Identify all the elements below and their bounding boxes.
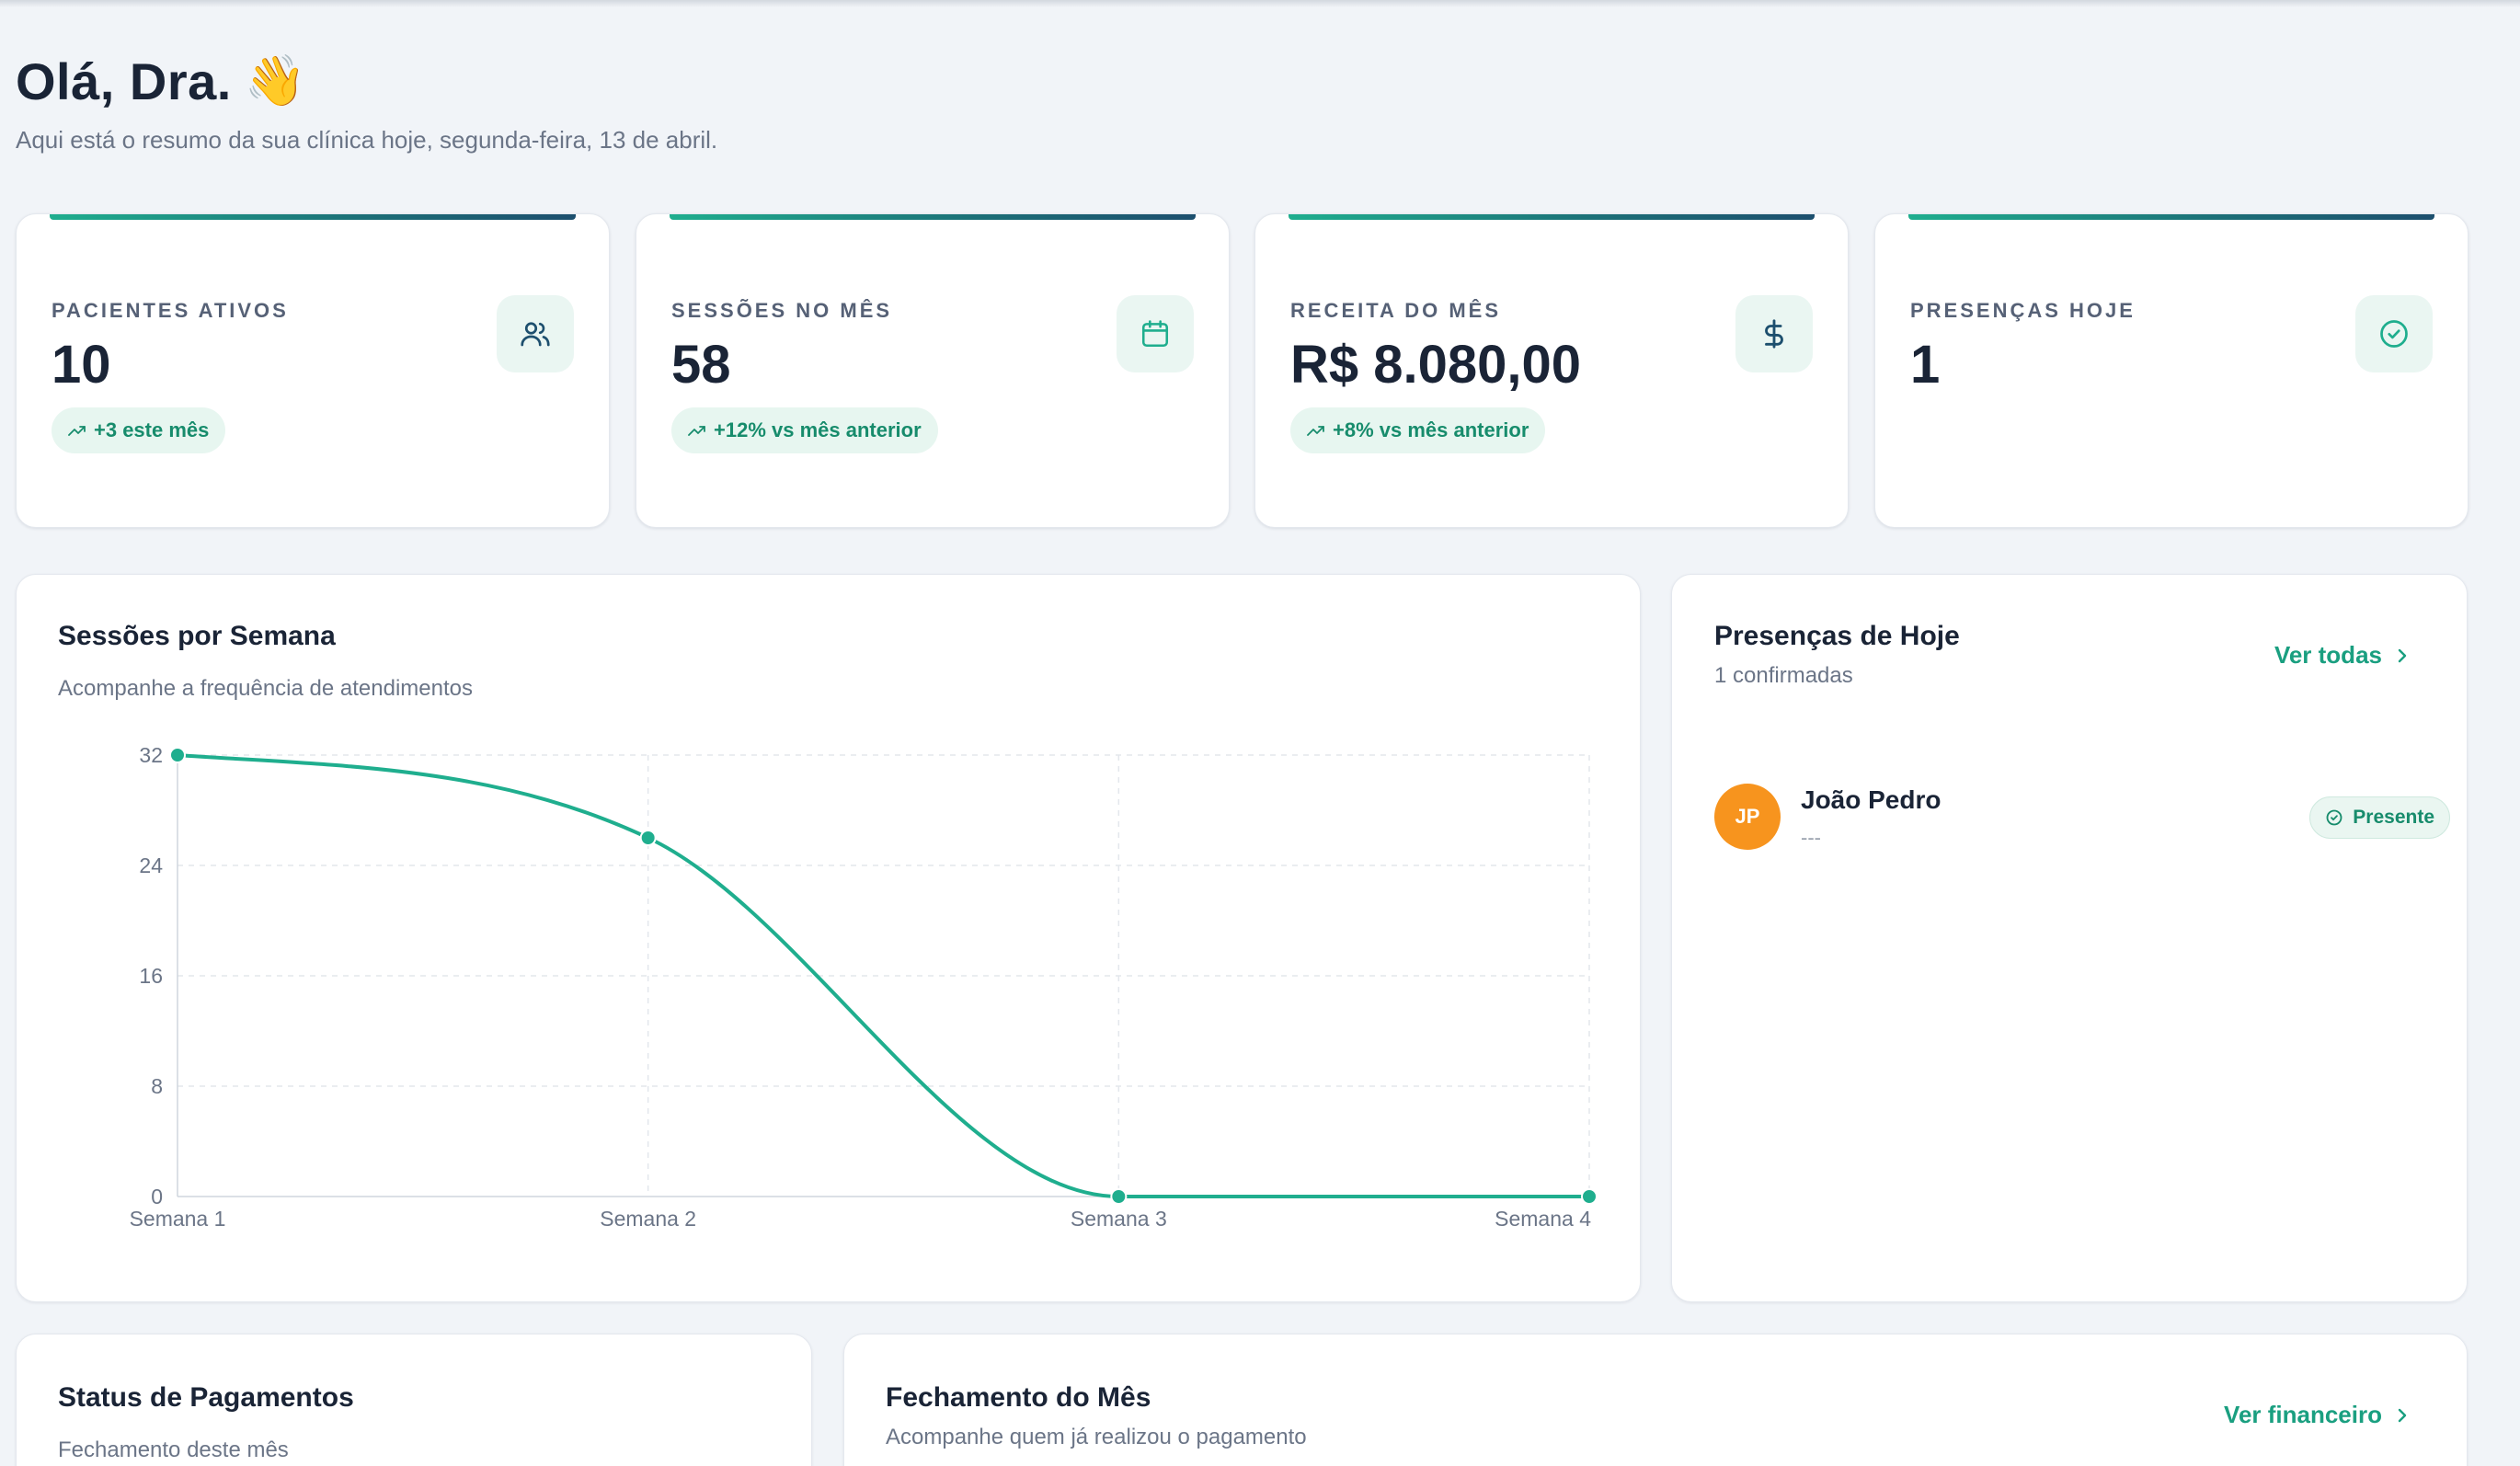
trending-up-icon <box>1307 426 1324 436</box>
patient-detail: --- <box>1801 826 1821 849</box>
stat-trend-text: +3 este mês <box>94 418 210 441</box>
calendar-icon <box>1117 295 1194 372</box>
stat-label: SESSÕES NO MÊS <box>671 299 893 322</box>
dollar-icon <box>1735 295 1813 372</box>
payment-status-panel: Status de Pagamentos Fechamento deste mê… <box>16 1334 812 1466</box>
data-point <box>1581 1188 1598 1205</box>
sessions-line-chart: 0 8 16 24 32 Semana 1 Semana 2 Semana 3 Semana 4 <box>130 743 1598 1231</box>
see-financial-label: Ver financeiro <box>2224 1401 2382 1428</box>
page-title: Olá, Dra. 👋 <box>16 52 717 111</box>
y-tick-label: 0 <box>151 1185 163 1208</box>
sessions-chart-panel: Sessões por Semana Acompanhe a frequênci… <box>16 574 1641 1302</box>
payments-title: Status de Pagamentos <box>58 1382 354 1413</box>
greeting-header: Olá, Dra. 👋 Aqui está o resumo da sua cl… <box>16 52 717 155</box>
trending-up-icon <box>68 426 86 436</box>
see-all-link[interactable]: Ver todas <box>2274 641 2408 670</box>
stat-label: PACIENTES ATIVOS <box>52 299 289 322</box>
stat-card-month-revenue: RECEITA DO MÊS R$ 8.080,00 +8% vs mês an… <box>1254 213 1849 528</box>
presences-panel: Presenças de Hoje 1 confirmadas Ver toda… <box>1671 574 2468 1302</box>
stat-card-month-sessions: SESSÕES NO MÊS 58 +12% vs mês anterior <box>636 213 1230 528</box>
check-circle-icon <box>2326 809 2342 826</box>
x-tick-label: Semana 4 <box>1495 1207 1591 1231</box>
card-accent-bar <box>1908 214 2434 220</box>
y-tick-label: 32 <box>139 743 163 767</box>
see-all-label: Ver todas <box>2274 641 2382 669</box>
stat-value: 1 <box>1910 335 1941 395</box>
stat-value: R$ 8.080,00 <box>1290 335 1582 395</box>
see-financial-link[interactable]: Ver financeiro <box>2224 1401 2408 1429</box>
stat-value: 10 <box>52 335 111 395</box>
data-point <box>1110 1188 1128 1205</box>
greeting-subtitle: Aqui está o resumo da sua clínica hoje, … <box>16 126 718 154</box>
x-tick-label: Semana 3 <box>1071 1207 1167 1231</box>
x-tick-label: Semana 2 <box>600 1207 696 1231</box>
presence-list-item[interactable]: JP João Pedro --- Presente <box>1714 784 2450 857</box>
stat-trend-text: +8% vs mês anterior <box>1333 418 1529 441</box>
avatar: JP <box>1714 784 1781 850</box>
trending-up-icon <box>688 426 705 436</box>
patient-name: João Pedro <box>1801 785 1942 814</box>
y-tick-label: 24 <box>139 853 163 877</box>
presences-title: Presenças de Hoje <box>1714 621 1960 651</box>
chevron-right-icon <box>2398 648 2407 662</box>
y-tick-label: 8 <box>151 1074 163 1098</box>
stat-value: 58 <box>671 335 731 395</box>
stat-trend-text: +12% vs mês anterior <box>714 418 922 441</box>
x-tick-label: Semana 1 <box>130 1207 226 1231</box>
month-closing-panel: Fechamento do Mês Acompanhe quem já real… <box>843 1334 2468 1466</box>
top-shadow <box>0 0 2520 7</box>
card-accent-bar <box>670 214 1196 220</box>
closing-title: Fechamento do Mês <box>886 1382 1151 1413</box>
stat-trend-badge: +8% vs mês anterior <box>1290 407 1546 453</box>
data-point <box>169 747 186 763</box>
y-tick-label: 16 <box>139 964 163 988</box>
chart-subtitle: Acompanhe a frequência de atendimentos <box>58 676 473 701</box>
stat-card-today-presences: PRESENÇAS HOJE 1 <box>1874 213 2468 528</box>
closing-subtitle: Acompanhe quem já realizou o pagamento <box>886 1425 1307 1449</box>
data-point <box>639 830 657 846</box>
users-icon <box>497 295 574 372</box>
greeting-title: Olá, Dra. <box>16 52 232 110</box>
stat-label: PRESENÇAS HOJE <box>1910 299 2136 322</box>
stat-card-active-patients: PACIENTES ATIVOS 10 +3 este mês <box>16 213 610 528</box>
stat-trend-badge: +3 este mês <box>52 407 226 453</box>
stat-trend-badge: +12% vs mês anterior <box>671 407 938 453</box>
payments-subtitle: Fechamento deste mês <box>58 1437 289 1462</box>
presences-subtitle: 1 confirmadas <box>1714 663 1853 688</box>
waving-hand-icon: 👋 <box>244 53 307 109</box>
check-circle-icon <box>2355 295 2433 372</box>
chart-title: Sessões por Semana <box>58 621 336 651</box>
status-text: Presente <box>2353 807 2434 828</box>
card-accent-bar <box>50 214 576 220</box>
stat-label: RECEITA DO MÊS <box>1290 299 1502 322</box>
status-badge: Presente <box>2309 796 2450 839</box>
chevron-right-icon <box>2398 1408 2407 1422</box>
card-accent-bar <box>1289 214 1815 220</box>
